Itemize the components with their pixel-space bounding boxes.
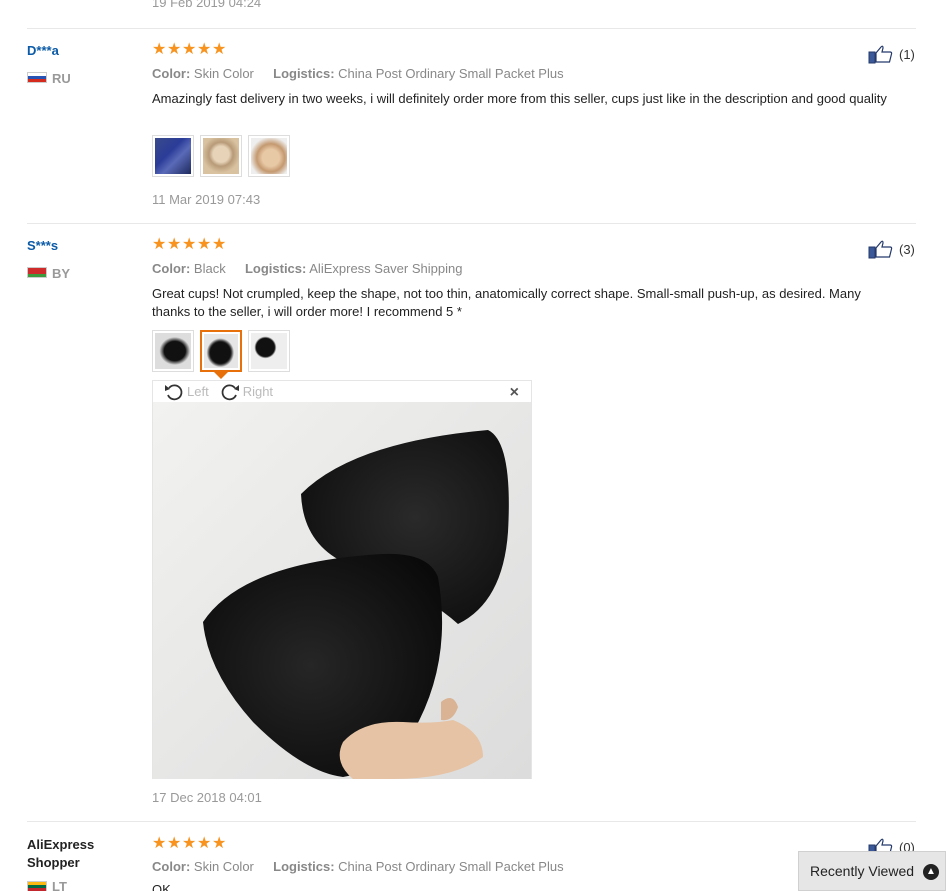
star-icon: ★ bbox=[182, 41, 197, 58]
reviewer-name[interactable]: D***a bbox=[27, 43, 59, 58]
star-icon: ★ bbox=[212, 41, 227, 58]
star-icon: ★ bbox=[197, 41, 212, 58]
review-divider bbox=[27, 821, 916, 822]
color-value: Black bbox=[193, 261, 226, 276]
star-icon: ★ bbox=[182, 835, 197, 852]
country-code: BY bbox=[52, 266, 71, 281]
helpful-count: (1) bbox=[899, 46, 915, 62]
rotate-right-button[interactable]: Right bbox=[219, 382, 273, 402]
logistics-label: Logistics: bbox=[273, 859, 335, 874]
review-photo-thumb[interactable] bbox=[200, 135, 242, 177]
logistics-label: Logistics: bbox=[273, 66, 335, 81]
flag-lt-icon bbox=[27, 881, 47, 891]
flag-by-icon bbox=[27, 267, 47, 278]
review-photo-thumb[interactable] bbox=[248, 330, 290, 372]
rotate-left-label: Left bbox=[187, 384, 209, 399]
star-icon: ★ bbox=[152, 236, 167, 253]
chevron-up-icon: ▲ bbox=[923, 864, 939, 880]
order-info: Color: Black Logistics: AliExpress Saver… bbox=[152, 261, 462, 276]
star-icon: ★ bbox=[212, 236, 227, 253]
star-rating: ★ ★ ★ ★ ★ bbox=[152, 41, 227, 58]
star-icon: ★ bbox=[197, 236, 212, 253]
review-text: Great cups! Not crumpled, keep the shape… bbox=[152, 286, 861, 319]
star-icon: ★ bbox=[167, 236, 182, 253]
color-value: Skin Color bbox=[193, 859, 254, 874]
review-photo-thumb[interactable] bbox=[248, 135, 290, 177]
review-date: 11 Mar 2019 07:43 bbox=[152, 192, 261, 207]
review-text: Amazingly fast delivery in two weeks, i … bbox=[152, 91, 887, 106]
review-divider bbox=[27, 223, 916, 224]
reviewer-name[interactable]: S***s bbox=[27, 238, 58, 253]
thumbs-up-icon[interactable] bbox=[868, 239, 893, 259]
logistics-label: Logistics: bbox=[244, 261, 307, 276]
star-icon: ★ bbox=[167, 835, 182, 852]
viewer-toolbar: Left Right × bbox=[153, 381, 531, 402]
star-icon: ★ bbox=[212, 835, 227, 852]
helpful-vote[interactable]: (3) bbox=[868, 239, 915, 259]
review-divider bbox=[27, 28, 916, 29]
color-label: Color: bbox=[152, 859, 191, 874]
logistics-value: AliExpress Saver Shipping bbox=[309, 261, 463, 276]
star-icon: ★ bbox=[182, 236, 197, 253]
rotate-left-button[interactable]: Left bbox=[163, 382, 209, 402]
rotate-right-icon bbox=[221, 383, 239, 400]
thumbs-up-icon[interactable] bbox=[868, 44, 893, 64]
rotate-left-icon bbox=[165, 383, 183, 400]
recently-viewed-label: Recently Viewed bbox=[810, 863, 915, 879]
photo-viewer: Left Right × bbox=[152, 380, 532, 779]
active-thumb-pointer bbox=[214, 372, 228, 379]
flag-ru-icon bbox=[27, 72, 47, 83]
review-text: OK bbox=[152, 882, 171, 891]
enlarged-review-photo bbox=[153, 402, 531, 779]
helpful-vote[interactable]: (1) bbox=[868, 44, 915, 64]
star-rating: ★ ★ ★ ★ ★ bbox=[152, 835, 227, 852]
order-info: Color: Skin Color Logistics: China Post … bbox=[152, 859, 564, 874]
review-photos bbox=[152, 330, 290, 372]
rotate-right-label: Right bbox=[242, 384, 274, 399]
color-label: Color: bbox=[152, 261, 191, 276]
close-icon[interactable]: × bbox=[510, 384, 519, 402]
order-info: Color: Skin Color Logistics: China Post … bbox=[152, 66, 564, 81]
reviewer-name[interactable]: AliExpress Shopper bbox=[27, 836, 137, 872]
star-icon: ★ bbox=[197, 835, 212, 852]
color-value: Skin Color bbox=[193, 66, 254, 81]
helpful-count: (3) bbox=[899, 241, 915, 257]
review-photo-thumb-active[interactable] bbox=[200, 330, 242, 372]
review-photo-thumb[interactable] bbox=[152, 135, 194, 177]
country-code: RU bbox=[52, 71, 71, 86]
star-icon: ★ bbox=[167, 41, 182, 58]
review-photo-thumb[interactable] bbox=[152, 330, 194, 372]
review-date: 19 Feb 2019 04:24 bbox=[152, 0, 262, 10]
star-icon: ★ bbox=[152, 41, 167, 58]
star-rating: ★ ★ ★ ★ ★ bbox=[152, 236, 227, 253]
review-date: 17 Dec 2018 04:01 bbox=[152, 790, 262, 805]
logistics-value: China Post Ordinary Small Packet Plus bbox=[338, 859, 564, 874]
color-label: Color: bbox=[152, 66, 191, 81]
recently-viewed-tab[interactable]: Recently Viewed ▲ bbox=[798, 851, 946, 891]
review-photos bbox=[152, 135, 290, 177]
star-icon: ★ bbox=[152, 835, 167, 852]
logistics-value: China Post Ordinary Small Packet Plus bbox=[338, 66, 564, 81]
country-code: LT bbox=[52, 879, 67, 891]
